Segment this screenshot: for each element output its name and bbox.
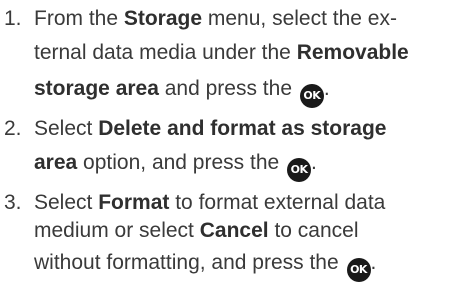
ok-icon: OK [346,258,371,282]
step-number: 3. [4,191,22,214]
text: From the [34,7,124,30]
text: option, and press the [77,151,286,174]
text: ternal data media under the [34,41,297,64]
step-line: without formatting, and press the OK. [34,250,376,282]
step-number: 1. [4,7,22,30]
step-number: 2. [4,117,22,140]
instruction-steps: 1. From the Storage menu, select the ex-… [0,0,460,282]
ok-icon: OK [287,158,312,182]
text: . [311,151,317,174]
step-line: ternal data media under the Removable [34,40,409,66]
option-name: Format [98,191,170,214]
step-line: area option, and press the OK. [34,150,317,182]
text: . [370,251,377,274]
step-line: From the Storage menu, select the ex- [34,6,397,32]
area-name: Removable [296,41,409,64]
text: and press the [158,77,298,100]
step-line: medium or select Cancel to cancel [34,218,359,244]
area-name: storage area [34,77,159,100]
text: medium or select [34,219,200,242]
text: to cancel [268,219,359,242]
step-line: Select Format to format external data [34,190,385,216]
text: Select [34,191,99,214]
text: to format external data [169,191,386,214]
option-name: Delete and format as storage [98,117,387,140]
option-name: area [34,151,78,174]
ok-icon: OK [299,84,324,108]
step-line: Select Delete and format as storage [34,116,386,142]
text: . [323,77,330,100]
text: without formatting, and press the [34,251,345,274]
text: Select [34,117,99,140]
step-line: storage area and press the OK. [34,76,330,108]
menu-name: Storage [123,7,203,30]
text: menu, select the ex- [202,7,397,30]
option-name: Cancel [199,219,269,242]
